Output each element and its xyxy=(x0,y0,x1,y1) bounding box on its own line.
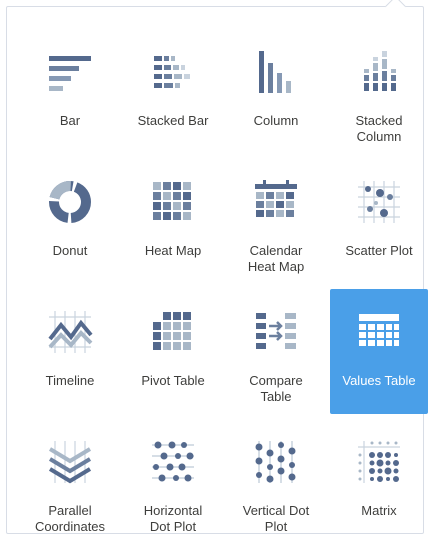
chart-tile-scatter-plot[interactable]: Scatter Plot xyxy=(330,159,428,284)
chart-tile-matrix[interactable]: Matrix xyxy=(330,419,428,544)
vertical-dot-plot-icon xyxy=(249,435,303,489)
pivot-table-icon xyxy=(146,305,200,359)
chart-tile-heat-map[interactable]: Heat Map xyxy=(124,159,222,284)
chart-tile-values-table[interactable]: Values Table xyxy=(330,289,428,414)
chart-tile-label: Compare Table xyxy=(249,373,303,404)
popover-caret xyxy=(384,0,407,18)
chart-tile-stacked-bar[interactable]: Stacked Bar xyxy=(124,29,222,154)
heat-map-icon xyxy=(146,175,200,229)
chart-tile-label: Stacked Bar xyxy=(137,113,209,128)
bar-chart-icon xyxy=(43,45,97,99)
horizontal-dot-plot-icon xyxy=(146,435,200,489)
compare-table-icon xyxy=(249,305,303,359)
scatter-plot-icon xyxy=(352,175,406,229)
chart-tile-vertical-dot-plot[interactable]: Vertical Dot Plot xyxy=(227,419,325,544)
chart-tile-label: Calendar Heat Map xyxy=(247,243,305,274)
donut-chart-icon xyxy=(43,175,97,229)
chart-tile-label: Vertical Dot Plot xyxy=(242,503,310,534)
column-chart-icon xyxy=(249,45,303,99)
timeline-icon xyxy=(43,305,97,359)
chart-type-picker: Bar Stacked Bar Column Stacked Column Do… xyxy=(6,0,428,534)
chart-tile-label: Stacked Column xyxy=(355,113,403,144)
chart-tile-compare-table[interactable]: Compare Table xyxy=(227,289,325,414)
stacked-bar-chart-icon xyxy=(146,45,200,99)
chart-tile-label: Scatter Plot xyxy=(345,243,413,258)
chart-tile-horizontal-dot-plot[interactable]: Horizontal Dot Plot xyxy=(124,419,222,544)
chart-tile-label: Values Table xyxy=(342,373,416,388)
chart-tile-pivot-table[interactable]: Pivot Table xyxy=(124,289,222,414)
values-table-icon xyxy=(352,305,406,359)
chart-tile-label: Parallel Coordinates xyxy=(34,503,106,534)
chart-tile-label: Column xyxy=(253,113,299,128)
stacked-column-chart-icon xyxy=(352,45,406,99)
chart-tile-stacked-column[interactable]: Stacked Column xyxy=(330,29,428,154)
chart-tile-label: Donut xyxy=(52,243,88,258)
chart-type-grid: Bar Stacked Bar Column Stacked Column Do… xyxy=(21,29,428,544)
chart-tile-parallel-coordinates[interactable]: Parallel Coordinates xyxy=(21,419,119,544)
matrix-icon xyxy=(352,435,406,489)
calendar-heat-map-icon xyxy=(249,175,303,229)
chart-tile-label: Horizontal Dot Plot xyxy=(143,503,203,534)
chart-tile-label: Timeline xyxy=(45,373,95,388)
chart-tile-label: Pivot Table xyxy=(141,373,205,388)
chart-tile-column[interactable]: Column xyxy=(227,29,325,154)
chart-tile-timeline[interactable]: Timeline xyxy=(21,289,119,414)
chart-tile-label: Matrix xyxy=(361,503,397,518)
chart-tile-label: Bar xyxy=(59,113,81,128)
parallel-coordinates-icon xyxy=(43,435,97,489)
chart-tile-calendar-heat-map[interactable]: Calendar Heat Map xyxy=(227,159,325,284)
chart-tile-donut[interactable]: Donut xyxy=(21,159,119,284)
chart-tile-label: Heat Map xyxy=(144,243,202,258)
chart-tile-bar[interactable]: Bar xyxy=(21,29,119,154)
